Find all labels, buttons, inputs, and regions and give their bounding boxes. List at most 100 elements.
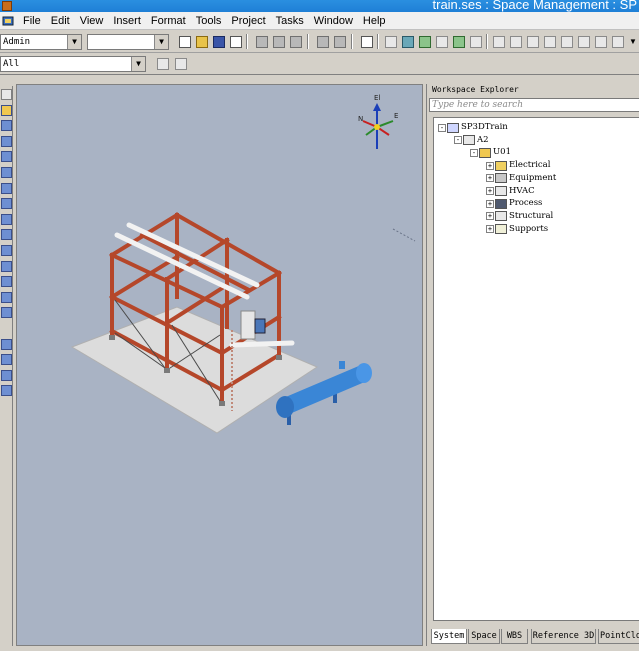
model-view-canvas[interactable]: El N E [17,85,423,646]
place-design-solid-icon[interactable] [1,151,12,163]
place-stair-icon[interactable] [1,260,12,272]
new-button[interactable] [176,33,193,50]
zoom-button[interactable] [507,33,524,50]
workspace-tree[interactable]: - SP3DTrain - A2 - U01 + Electrical + Equipment + H… [433,117,639,621]
chevron-down-icon[interactable]: ▼ [67,35,81,49]
place-shape-icon[interactable] [1,135,12,147]
place-nozzle-icon[interactable] [1,120,12,132]
open-button[interactable] [193,33,210,50]
search-input[interactable]: Type here to search [429,98,639,112]
menu-edit[interactable]: Edit [46,14,75,28]
toolbar-separator [351,34,353,49]
zoom-area-button[interactable] [524,33,541,50]
menu-file[interactable]: File [18,14,46,28]
equipment-block[interactable] [240,310,256,340]
menu-view[interactable]: View [75,14,109,28]
supports-folder-icon [495,224,507,235]
snap-button[interactable] [416,33,433,50]
fit-button[interactable] [541,33,558,50]
place-opening-icon[interactable] [1,291,12,303]
tab-reference-3d[interactable]: Reference 3D [531,629,596,644]
compass-el-label: El [374,94,380,102]
tree-node-structural[interactable]: + Structural [486,210,553,223]
view-button[interactable] [490,33,507,50]
expand-icon[interactable]: + [486,212,494,221]
menu-help[interactable]: Help [358,14,391,28]
menu-tasks[interactable]: Tasks [271,14,309,28]
insert-space-icon[interactable] [1,338,12,350]
move-button[interactable] [314,33,331,50]
orbit-button[interactable] [575,33,592,50]
place-wall-icon[interactable] [1,213,12,225]
common-views-button[interactable] [592,33,609,50]
expand-icon[interactable]: + [486,225,494,234]
tree-node-sp3dtrain[interactable]: - SP3DTrain [438,121,508,134]
delete-button[interactable] [287,33,304,50]
collapse-icon[interactable]: - [438,123,446,132]
tree-node-process[interactable]: + Process [486,197,542,210]
chevron-down-icon[interactable]: ▼ [154,35,168,49]
toolbar-overflow-button[interactable]: ▼ [626,33,637,50]
place-footing-icon[interactable] [1,276,12,288]
toolbar-separator [307,34,309,49]
document-menu-icon[interactable] [2,15,14,27]
expand-icon[interactable]: + [486,161,494,170]
pump[interactable] [254,318,266,334]
tab-space[interactable]: Space [468,629,500,644]
place-component-icon[interactable] [1,167,12,178]
edit-space-icon[interactable] [1,354,12,366]
refresh-button[interactable] [450,33,467,50]
pan-button[interactable] [558,33,575,50]
erase-button[interactable] [467,33,484,50]
permission-group-select[interactable]: Admin ▼ [0,34,82,50]
filter-select[interactable]: All ▼ [0,56,146,72]
select-icon[interactable] [1,89,12,100]
filter-properties-button[interactable] [172,55,189,72]
place-handrail-icon[interactable] [1,229,12,241]
place-drawing-volume-icon[interactable] [1,369,12,381]
place-equipment-icon[interactable] [1,104,12,116]
menu-format[interactable]: Format [146,14,191,28]
tree-node-electrical[interactable]: + Electrical [486,159,550,172]
paste-button[interactable] [270,33,287,50]
expand-icon[interactable]: + [486,187,494,195]
tree-node-u01[interactable]: - U01 [470,146,511,159]
measure-button[interactable] [399,33,416,50]
copy-button[interactable] [253,33,270,50]
point-button[interactable] [382,33,399,50]
menu-project[interactable]: Project [226,14,270,28]
tree-node-a2[interactable]: - A2 [454,134,489,147]
print-button[interactable] [227,33,244,50]
place-volume-icon[interactable] [1,385,12,397]
expand-icon[interactable]: + [486,174,494,183]
menu-insert[interactable]: Insert [108,14,146,28]
tree-node-hvac[interactable]: + HVAC [486,185,535,198]
save-button[interactable] [210,33,227,50]
expand-icon[interactable]: + [486,199,494,208]
chevron-down-icon[interactable]: ▼ [131,57,145,71]
tree-node-supports[interactable]: + Supports [486,223,548,236]
render-button[interactable] [609,33,626,50]
rotate-button[interactable] [331,33,348,50]
active-combo-select[interactable]: ▼ [87,34,169,50]
fit-icon [544,36,556,48]
place-slab-icon[interactable] [1,198,12,210]
tree-node-equipment[interactable]: + Equipment [486,172,556,185]
tab-wbs[interactable]: WBS [501,629,528,644]
vertical-toolbar [0,86,13,646]
select-button[interactable] [433,33,450,50]
tab-system[interactable]: System [431,629,467,644]
filter-button[interactable] [154,55,171,72]
graphic-view[interactable]: El N E [16,84,423,646]
move-icon [317,36,329,48]
collapse-icon[interactable]: - [470,148,478,157]
place-member-icon[interactable] [1,182,12,194]
collapse-icon[interactable]: - [454,136,462,145]
delete-icon [290,36,302,48]
place-frame-icon[interactable] [1,307,12,319]
tab-pointclo[interactable]: PointClo [598,629,639,644]
menu-tools[interactable]: Tools [191,14,227,28]
menu-window[interactable]: Window [309,14,358,28]
undo-button[interactable] [358,33,375,50]
place-ladder-icon[interactable] [1,245,12,256]
